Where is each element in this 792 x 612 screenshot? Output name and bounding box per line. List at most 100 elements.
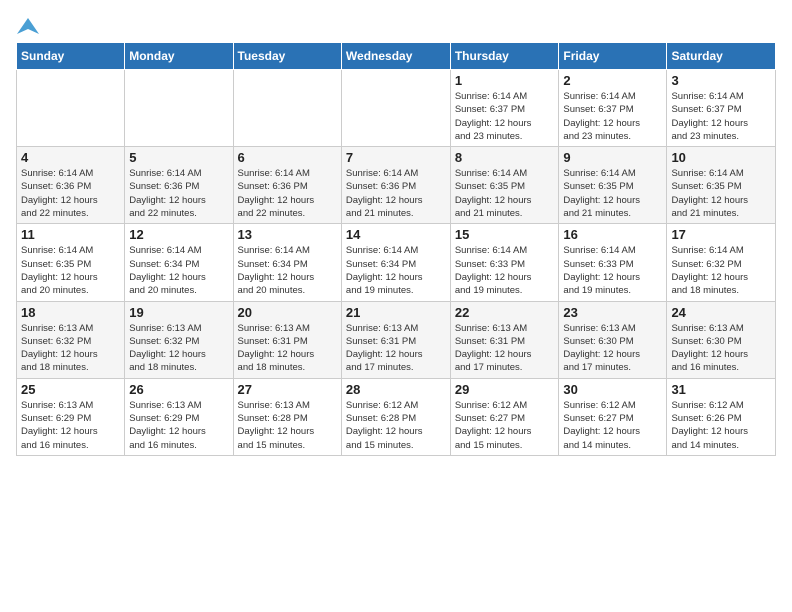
day-number: 18 [21, 305, 120, 320]
calendar-cell: 11 Sunrise: 6:14 AM Sunset: 6:35 PM Dayli… [17, 224, 125, 301]
calendar-cell: 4Sunrise: 6:14 AM Sunset: 6:36 PM Daylig… [17, 147, 125, 224]
logo-bird-icon [17, 16, 39, 38]
day-number: 23 [563, 305, 662, 320]
day-number: 8 [455, 150, 555, 165]
day-info: Sunrise: 6:12 AM Sunset: 6:28 PM Dayligh… [346, 399, 446, 452]
day-info: Sunrise: 6:14 AM Sunset: 6:36 PM Dayligh… [346, 167, 446, 220]
calendar-cell: 30 Sunrise: 6:12 AM Sunset: 6:27 PM Dayli… [559, 378, 667, 455]
calendar-cell: 15 Sunrise: 6:14 AM Sunset: 6:33 PM Dayli… [450, 224, 559, 301]
calendar-cell: 3 Sunrise: 6:14 AM Sunset: 6:37 PM Daylig… [667, 70, 776, 147]
day-info: Sunrise: 6:13 AM Sunset: 6:29 PM Dayligh… [129, 399, 228, 452]
day-number: 15 [455, 227, 555, 242]
day-number: 3 [671, 73, 771, 88]
day-info: Sunrise: 6:13 AM Sunset: 6:28 PM Dayligh… [238, 399, 337, 452]
day-number: 5 [129, 150, 228, 165]
calendar-cell: 5Sunrise: 6:14 AM Sunset: 6:36 PM Daylig… [125, 147, 233, 224]
day-number: 26 [129, 382, 228, 397]
calendar-cell: 20 Sunrise: 6:13 AM Sunset: 6:31 PM Dayli… [233, 301, 341, 378]
day-number: 13 [238, 227, 337, 242]
day-number: 10 [671, 150, 771, 165]
day-number: 21 [346, 305, 446, 320]
calendar-cell: 28Sunrise: 6:12 AM Sunset: 6:28 PM Dayli… [341, 378, 450, 455]
day-number: 1 [455, 73, 555, 88]
day-number: 4 [21, 150, 120, 165]
day-info: Sunrise: 6:14 AM Sunset: 6:35 PM Dayligh… [671, 167, 771, 220]
day-number: 11 [21, 227, 120, 242]
day-number: 14 [346, 227, 446, 242]
calendar-cell: 13 Sunrise: 6:14 AM Sunset: 6:34 PM Dayli… [233, 224, 341, 301]
day-number: 20 [238, 305, 337, 320]
calendar-cell [17, 70, 125, 147]
calendar-cell: 25Sunrise: 6:13 AM Sunset: 6:29 PM Dayli… [17, 378, 125, 455]
day-info: Sunrise: 6:13 AM Sunset: 6:32 PM Dayligh… [21, 322, 120, 375]
day-number: 25 [21, 382, 120, 397]
day-info: Sunrise: 6:14 AM Sunset: 6:34 PM Dayligh… [129, 244, 228, 297]
calendar-cell: 10 Sunrise: 6:14 AM Sunset: 6:35 PM Dayli… [667, 147, 776, 224]
day-number: 16 [563, 227, 662, 242]
calendar-cell: 22Sunrise: 6:13 AM Sunset: 6:31 PM Dayli… [450, 301, 559, 378]
day-of-week-header: Monday [125, 43, 233, 70]
calendar-cell: 1 Sunrise: 6:14 AM Sunset: 6:37 PM Daylig… [450, 70, 559, 147]
day-info: Sunrise: 6:13 AM Sunset: 6:30 PM Dayligh… [671, 322, 771, 375]
calendar-cell: 17 Sunrise: 6:14 AM Sunset: 6:32 PM Dayli… [667, 224, 776, 301]
calendar-week-row: 11 Sunrise: 6:14 AM Sunset: 6:35 PM Dayli… [17, 224, 776, 301]
calendar-week-row: 4 Sunrise: 6:14 AM Sunset: 6:36 PM Daylig… [17, 147, 776, 224]
calendar-cell: 6Sunrise: 6:14 AM Sunset: 6:36 PM Daylig… [233, 147, 341, 224]
day-info: Sunrise: 6:14 AM Sunset: 6:34 PM Dayligh… [346, 244, 446, 297]
day-info: Sunrise: 6:14 AM Sunset: 6:37 PM Dayligh… [455, 90, 555, 143]
calendar-cell: 26 Sunrise: 6:13 AM Sunset: 6:29 PM Dayli… [125, 378, 233, 455]
day-info: Sunrise: 6:13 AM Sunset: 6:32 PM Dayligh… [129, 322, 228, 375]
calendar-cell: 24Sunrise: 6:13 AM Sunset: 6:30 PM Dayli… [667, 301, 776, 378]
calendar-cell [341, 70, 450, 147]
day-number: 7 [346, 150, 446, 165]
calendar-week-row: 1 Sunrise: 6:14 AM Sunset: 6:37 PM Daylig… [17, 70, 776, 147]
day-of-week-header: Friday [559, 43, 667, 70]
day-info: Sunrise: 6:14 AM Sunset: 6:35 PM Dayligh… [563, 167, 662, 220]
day-of-week-header: Wednesday [341, 43, 450, 70]
day-number: 17 [671, 227, 771, 242]
day-of-week-header: Saturday [667, 43, 776, 70]
day-info: Sunrise: 6:14 AM Sunset: 6:37 PM Dayligh… [671, 90, 771, 143]
day-number: 31 [671, 382, 771, 397]
calendar-cell: 31 Sunrise: 6:12 AM Sunset: 6:26 PM Dayli… [667, 378, 776, 455]
calendar-cell [125, 70, 233, 147]
day-info: Sunrise: 6:12 AM Sunset: 6:27 PM Dayligh… [563, 399, 662, 452]
calendar-cell: 21 Sunrise: 6:13 AM Sunset: 6:31 PM Dayli… [341, 301, 450, 378]
day-info: Sunrise: 6:13 AM Sunset: 6:30 PM Dayligh… [563, 322, 662, 375]
day-of-week-header: Tuesday [233, 43, 341, 70]
day-info: Sunrise: 6:14 AM Sunset: 6:33 PM Dayligh… [455, 244, 555, 297]
day-info: Sunrise: 6:14 AM Sunset: 6:32 PM Dayligh… [671, 244, 771, 297]
calendar-cell: 27Sunrise: 6:13 AM Sunset: 6:28 PM Dayli… [233, 378, 341, 455]
day-info: Sunrise: 6:12 AM Sunset: 6:27 PM Dayligh… [455, 399, 555, 452]
day-info: Sunrise: 6:14 AM Sunset: 6:37 PM Dayligh… [563, 90, 662, 143]
day-of-week-header: Sunday [17, 43, 125, 70]
logo [16, 16, 40, 34]
calendar-cell: 8 Sunrise: 6:14 AM Sunset: 6:35 PM Daylig… [450, 147, 559, 224]
day-number: 2 [563, 73, 662, 88]
calendar-header-row: SundayMondayTuesdayWednesdayThursdayFrid… [17, 43, 776, 70]
calendar-table: SundayMondayTuesdayWednesdayThursdayFrid… [16, 42, 776, 456]
day-info: Sunrise: 6:14 AM Sunset: 6:35 PM Dayligh… [455, 167, 555, 220]
day-info: Sunrise: 6:13 AM Sunset: 6:31 PM Dayligh… [238, 322, 337, 375]
calendar-week-row: 18 Sunrise: 6:13 AM Sunset: 6:32 PM Dayli… [17, 301, 776, 378]
day-info: Sunrise: 6:13 AM Sunset: 6:31 PM Dayligh… [346, 322, 446, 375]
calendar-cell: 7 Sunrise: 6:14 AM Sunset: 6:36 PM Daylig… [341, 147, 450, 224]
calendar-cell: 14 Sunrise: 6:14 AM Sunset: 6:34 PM Dayli… [341, 224, 450, 301]
calendar-week-row: 25 Sunrise: 6:13 AM Sunset: 6:29 PM Dayli… [17, 378, 776, 455]
day-number: 29 [455, 382, 555, 397]
day-info: Sunrise: 6:12 AM Sunset: 6:26 PM Dayligh… [671, 399, 771, 452]
day-number: 30 [563, 382, 662, 397]
day-info: Sunrise: 6:14 AM Sunset: 6:33 PM Dayligh… [563, 244, 662, 297]
calendar-cell [233, 70, 341, 147]
day-number: 19 [129, 305, 228, 320]
calendar-cell: 9Sunrise: 6:14 AM Sunset: 6:35 PM Daylig… [559, 147, 667, 224]
calendar-cell: 29 Sunrise: 6:12 AM Sunset: 6:27 PM Dayli… [450, 378, 559, 455]
page-header [16, 16, 776, 34]
day-number: 22 [455, 305, 555, 320]
day-info: Sunrise: 6:14 AM Sunset: 6:35 PM Dayligh… [21, 244, 120, 297]
calendar-cell: 16 Sunrise: 6:14 AM Sunset: 6:33 PM Dayli… [559, 224, 667, 301]
calendar-cell: 18 Sunrise: 6:13 AM Sunset: 6:32 PM Dayli… [17, 301, 125, 378]
calendar-cell: 2 Sunrise: 6:14 AM Sunset: 6:37 PM Daylig… [559, 70, 667, 147]
day-info: Sunrise: 6:14 AM Sunset: 6:34 PM Dayligh… [238, 244, 337, 297]
day-number: 6 [238, 150, 337, 165]
